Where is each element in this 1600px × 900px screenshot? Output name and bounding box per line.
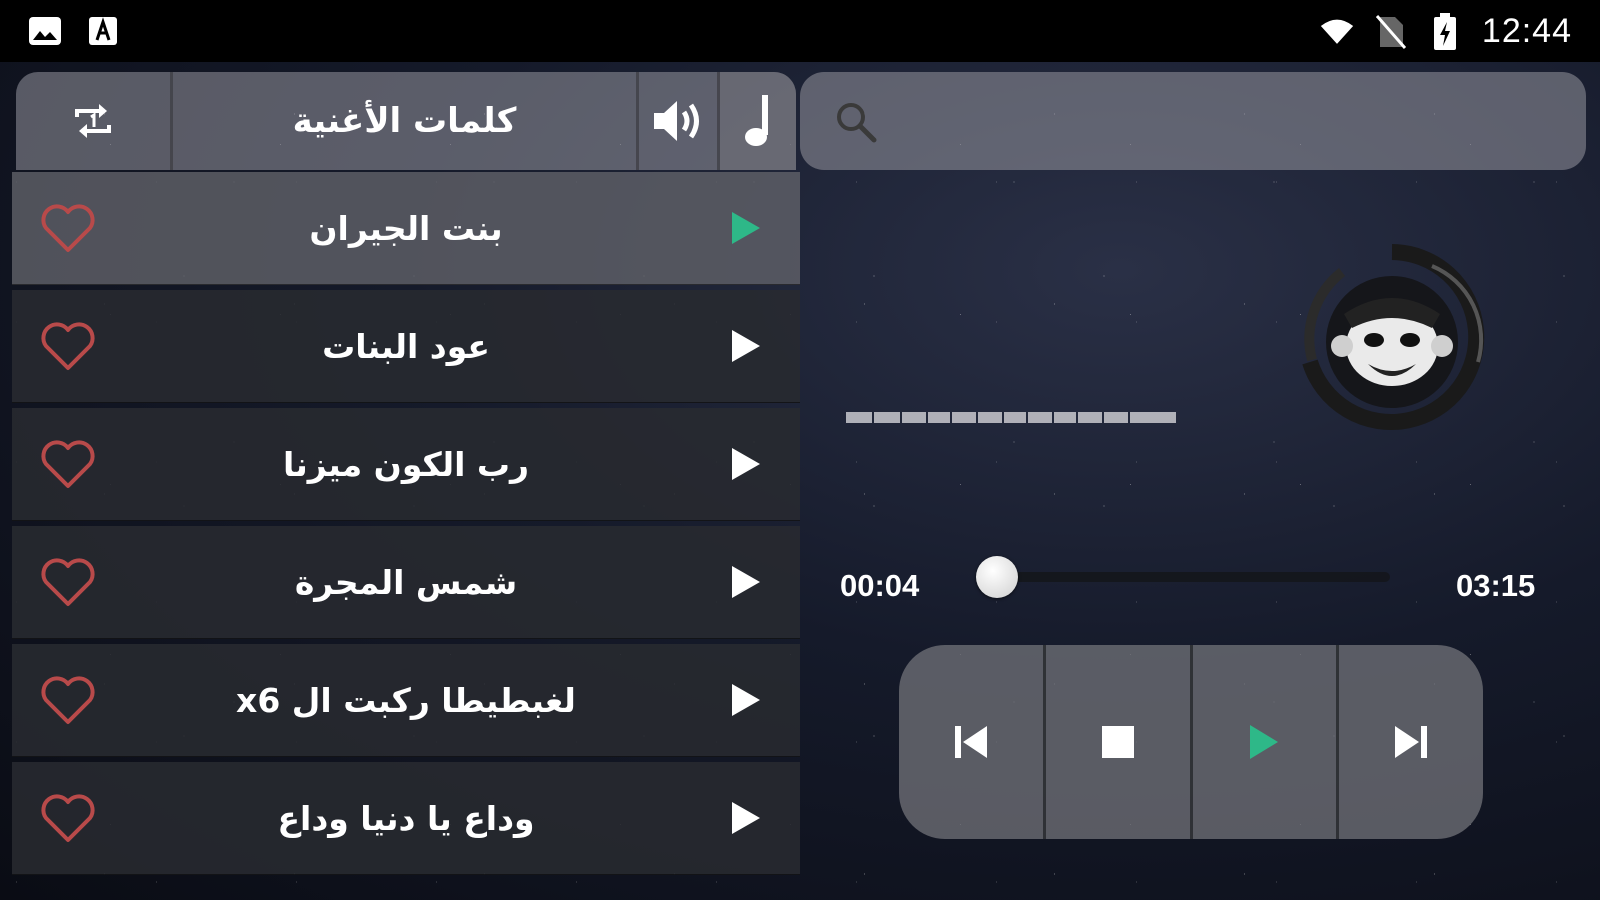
song-title: رب الكون ميزنا xyxy=(282,444,530,484)
previous-button[interactable] xyxy=(899,645,1046,839)
song-title: لغبطيطا ركبت ال x6 xyxy=(236,680,576,720)
search-input[interactable] xyxy=(890,92,1554,150)
font-a-icon xyxy=(86,14,120,48)
heart-icon[interactable] xyxy=(40,792,96,844)
audio-visualizer xyxy=(846,412,1176,423)
song-row[interactable]: رب الكون ميزنا xyxy=(12,408,800,521)
play-icon[interactable] xyxy=(730,210,762,246)
play-icon xyxy=(1250,725,1279,759)
search-bar[interactable] xyxy=(800,72,1586,170)
song-row[interactable]: بنت الجيران xyxy=(12,172,800,285)
monkey-logo xyxy=(1302,244,1485,430)
song-row[interactable]: لغبطيطا ركبت ال x6 xyxy=(12,644,800,757)
playback-controls xyxy=(899,645,1483,839)
image-icon xyxy=(28,14,62,48)
next-icon xyxy=(1395,726,1428,758)
current-time: 00:04 xyxy=(840,568,920,603)
status-bar: 12:44 xyxy=(0,0,1600,62)
play-button[interactable] xyxy=(1193,645,1340,839)
play-icon[interactable] xyxy=(730,446,762,482)
play-icon[interactable] xyxy=(730,328,762,364)
search-icon[interactable] xyxy=(834,100,878,144)
no-sim-icon xyxy=(1374,14,1408,49)
play-icon[interactable] xyxy=(730,800,762,836)
play-icon[interactable] xyxy=(730,682,762,718)
seek-bar[interactable] xyxy=(998,572,1390,582)
play-icon[interactable] xyxy=(730,564,762,600)
repeat-button[interactable] xyxy=(16,72,173,170)
stop-icon xyxy=(1101,726,1134,758)
status-clock: 12:44 xyxy=(1481,12,1572,50)
seek-handle[interactable] xyxy=(976,556,1018,598)
song-list: بنت الجيران عود البنات رب الكون ميزنا شم… xyxy=(12,172,800,880)
song-row[interactable]: عود البنات xyxy=(12,290,800,403)
heart-icon[interactable] xyxy=(40,438,96,490)
volume-icon xyxy=(654,101,699,141)
song-title: وداع يا دنيا وداع xyxy=(277,798,535,838)
song-title: شمس المجرة xyxy=(294,562,518,602)
heart-icon[interactable] xyxy=(40,202,96,254)
heart-icon[interactable] xyxy=(40,556,96,608)
volume-button[interactable] xyxy=(639,72,720,170)
next-button[interactable] xyxy=(1339,645,1483,839)
repeat-one-icon xyxy=(75,104,111,138)
previous-icon xyxy=(954,726,987,758)
stop-button[interactable] xyxy=(1046,645,1193,839)
lyrics-button[interactable]: كلمات الأغنية xyxy=(173,72,639,170)
heart-icon[interactable] xyxy=(40,320,96,372)
heart-icon[interactable] xyxy=(40,674,96,726)
duration: 03:15 xyxy=(1456,568,1536,603)
song-row[interactable]: شمس المجرة xyxy=(12,526,800,639)
battery-charging-icon xyxy=(1428,12,1462,50)
music-button[interactable] xyxy=(720,72,796,170)
wifi-icon xyxy=(1320,15,1354,49)
song-title: بنت الجيران xyxy=(309,208,503,248)
song-title: عود البنات xyxy=(322,326,490,366)
music-note-icon xyxy=(745,95,768,146)
playlist-header: كلمات الأغنية xyxy=(16,72,796,170)
song-row[interactable]: وداع يا دنيا وداع xyxy=(12,762,800,875)
